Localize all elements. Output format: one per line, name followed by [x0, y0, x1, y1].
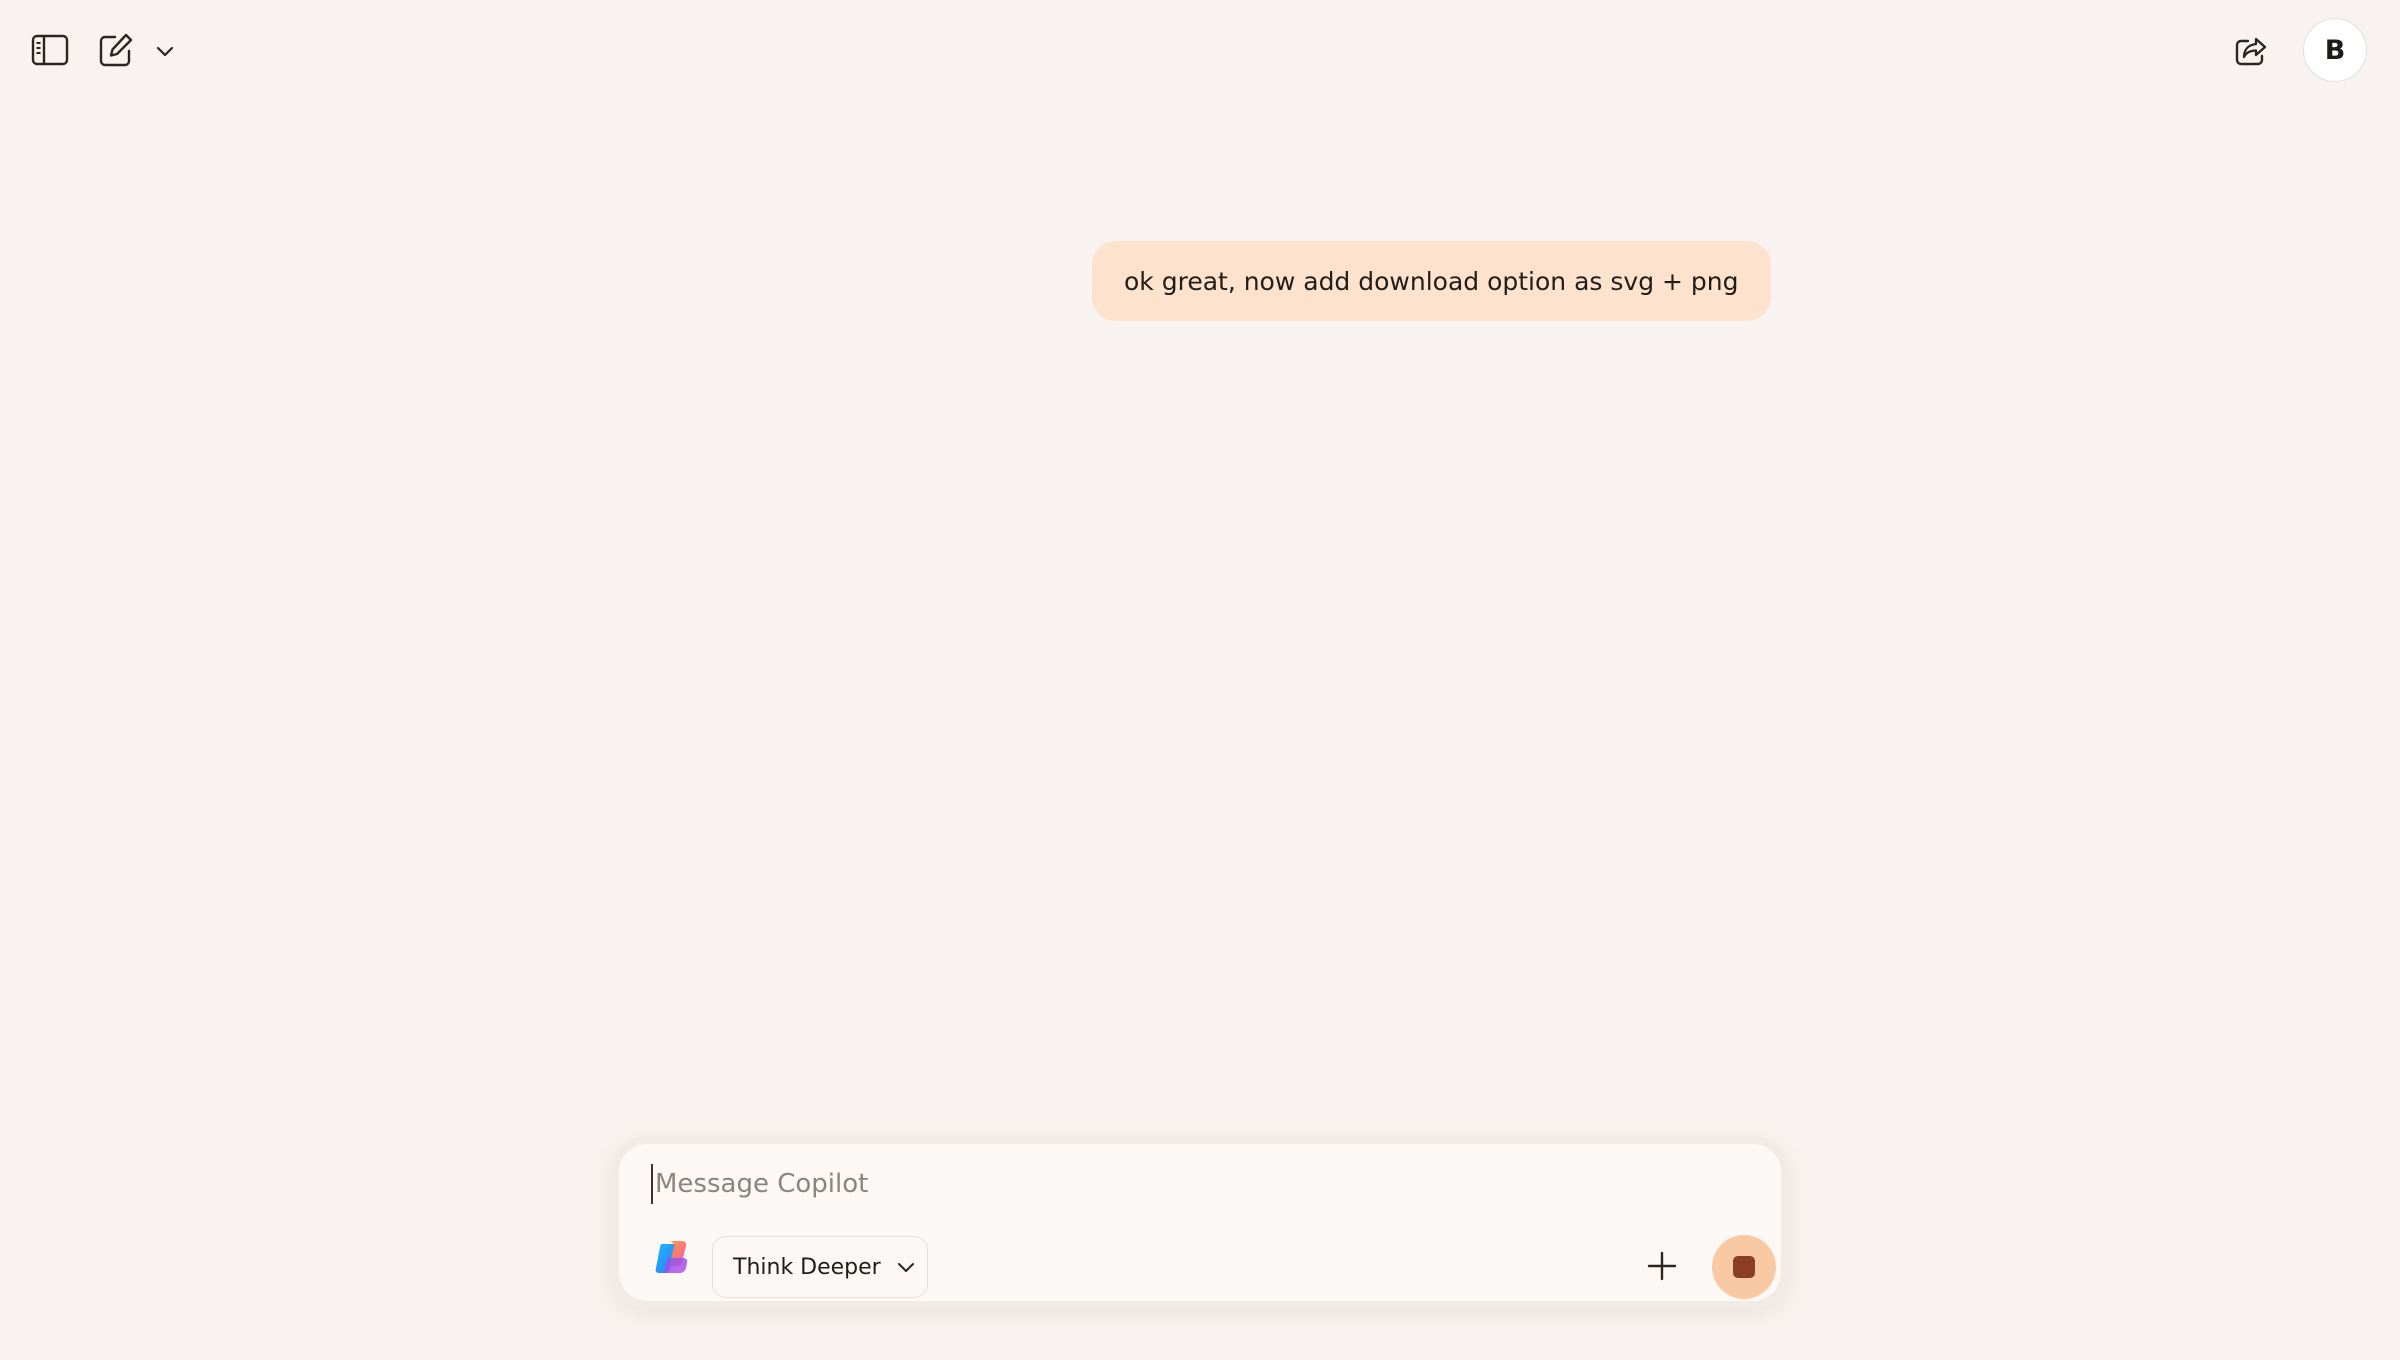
stop-generating-button[interactable] [1712, 1235, 1776, 1299]
message-composer: Think Deeper [611, 1136, 1789, 1309]
user-message-bubble: ok great, now add download option as svg… [1092, 241, 1771, 321]
plus-icon [1647, 1251, 1677, 1281]
compose-icon [99, 33, 133, 67]
share-icon [2235, 37, 2267, 66]
copilot-logo-icon [655, 1241, 688, 1273]
sidebar-toggle-button[interactable] [30, 32, 70, 68]
copilot-chat-window: B ok great, now add download option as s… [0, 0, 2400, 1360]
new-chat-menu-button[interactable] [154, 40, 176, 62]
user-avatar[interactable]: B [2303, 18, 2367, 82]
chevron-down-icon [156, 46, 174, 57]
chevron-down-icon [897, 1263, 914, 1272]
new-chat-button[interactable] [96, 30, 136, 70]
mode-selector[interactable]: Think Deeper [712, 1236, 928, 1298]
message-input[interactable] [651, 1164, 1735, 1204]
sidebar-panel-icon [31, 34, 69, 66]
add-attachment-button[interactable] [1640, 1244, 1684, 1288]
share-button[interactable] [2232, 32, 2270, 70]
stop-icon [1733, 1256, 1755, 1278]
mode-selector-label: Think Deeper [733, 1254, 881, 1280]
